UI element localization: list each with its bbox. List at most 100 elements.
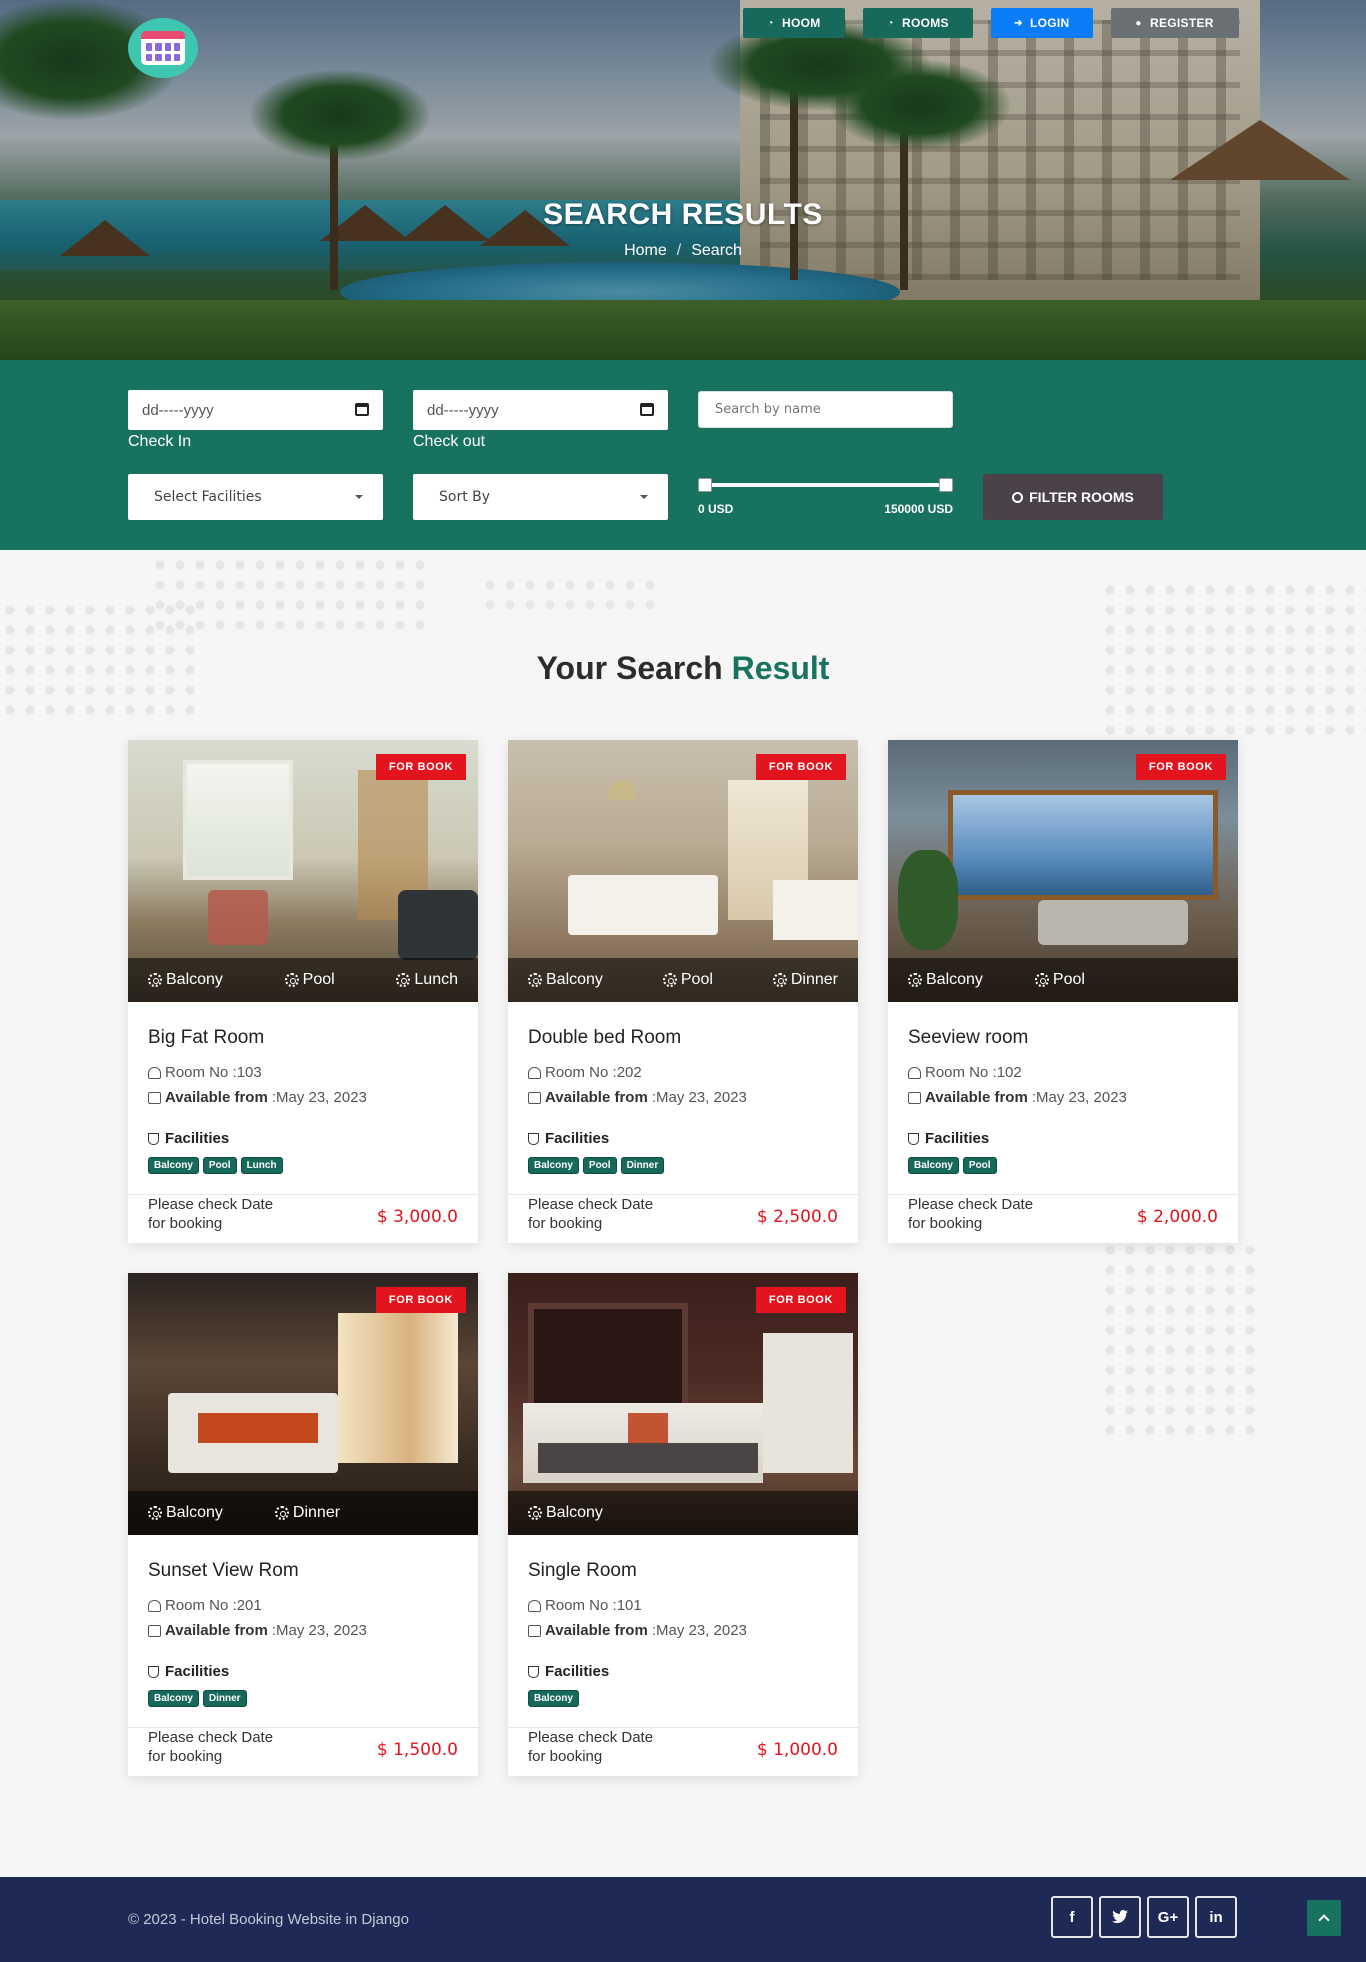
available-from: Available from:May 23, 2023: [528, 1622, 747, 1639]
trophy-icon: [528, 1132, 539, 1145]
facility-tag: Balcony: [148, 1157, 199, 1174]
slider-min-handle[interactable]: [698, 478, 712, 492]
nav-login-button[interactable]: ➜ LOGIN: [991, 8, 1093, 38]
calendar-icon[interactable]: [355, 403, 369, 416]
room-card[interactable]: FOR BOOK Balcony Pool Lunch Big Fat Room…: [128, 740, 478, 1243]
facility-item: Balcony: [148, 971, 223, 989]
room-number: Room No :201: [148, 1597, 262, 1614]
window-shape: [338, 1313, 458, 1463]
facilities-heading-label: Facilities: [925, 1130, 990, 1147]
nav-rooms-label: ROOMS: [902, 16, 949, 30]
facility-label: Dinner: [292, 1504, 341, 1521]
trophy-icon: [148, 1665, 159, 1678]
calendar-icon: [908, 1091, 921, 1104]
room-card[interactable]: FOR BOOK Balcony Pool Dinner Double bed …: [508, 740, 858, 1243]
room-name[interactable]: Big Fat Room: [148, 1027, 264, 1049]
available-date: :May 23, 2023: [271, 1622, 367, 1639]
room-number-text: Room No :103: [165, 1064, 262, 1081]
for-book-badge: FOR BOOK: [1135, 754, 1226, 780]
facilities-heading: Facilities: [908, 1130, 989, 1147]
facility-tags: Balcony Pool Dinner: [528, 1157, 665, 1174]
bed-runner-shape: [538, 1443, 758, 1473]
nav-home-label: HOOM: [782, 16, 821, 30]
facility-tag: Dinner: [620, 1157, 665, 1174]
calendar-icon: [148, 1091, 161, 1104]
price-range-slider[interactable]: 0 USD 150000 USD: [698, 478, 953, 518]
facility-tag: Pool: [202, 1157, 237, 1174]
nav-home-button[interactable]: ◔ HOOM: [743, 8, 845, 38]
for-book-badge: FOR BOOK: [375, 754, 466, 780]
booking-note: Please check Date for booking: [528, 1196, 654, 1232]
page-title: SEARCH RESULTS: [543, 198, 823, 231]
booking-note: Please check Date for booking: [528, 1729, 654, 1765]
facility-tags: Balcony Pool: [908, 1157, 997, 1174]
facility-strip: Balcony Pool Dinner: [508, 958, 858, 1002]
world-map-dots: [1100, 1240, 1260, 1440]
room-price: $ 1,000.0: [756, 1740, 838, 1760]
gear-icon: [148, 973, 162, 987]
room-name[interactable]: Sunset View Rom: [148, 1560, 299, 1582]
social-links: f G+ in: [1051, 1896, 1237, 1938]
site-logo[interactable]: [128, 18, 198, 78]
facility-tag: Balcony: [148, 1690, 199, 1707]
room-name[interactable]: Seeview room: [908, 1027, 1028, 1049]
breadcrumb-home-link[interactable]: Home: [624, 242, 667, 259]
sign-in-icon: ➜: [1014, 17, 1023, 29]
room-card[interactable]: FOR BOOK Balcony Single Room Room No :10…: [508, 1273, 858, 1776]
room-card-footer: Please check Date for booking $ 2,500.0: [508, 1194, 858, 1243]
linkedin-icon[interactable]: in: [1195, 1896, 1237, 1938]
room-number-text: Room No :202: [545, 1064, 642, 1081]
filter-rooms-button[interactable]: FILTER ROOMS: [983, 474, 1163, 520]
lamp-shape: [608, 780, 636, 800]
facilities-select[interactable]: Select Facilities: [128, 474, 383, 520]
facility-tag: Pool: [962, 1157, 997, 1174]
room-image[interactable]: FOR BOOK Balcony Pool Lunch: [128, 740, 478, 1002]
room-card[interactable]: FOR BOOK Balcony Pool Seeview room Room …: [888, 740, 1238, 1243]
filter-rooms-label: FILTER ROOMS: [1029, 489, 1134, 505]
slider-max-handle[interactable]: [939, 478, 953, 492]
room-card[interactable]: FOR BOOK Balcony Dinner Sunset View Rom …: [128, 1273, 478, 1776]
bed-icon: [148, 1066, 161, 1079]
trophy-icon: [528, 1665, 539, 1678]
checkout-date-input[interactable]: dd-----yyyy: [413, 390, 668, 430]
room-image[interactable]: FOR BOOK Balcony Pool: [888, 740, 1238, 1002]
slider-track[interactable]: [702, 483, 949, 487]
facility-item: Lunch: [396, 971, 458, 989]
world-map-dots: [480, 575, 660, 615]
available-label: Available from: [925, 1089, 1028, 1106]
nav-rooms-button[interactable]: ◔ ROOMS: [863, 8, 973, 38]
calendar-icon[interactable]: [640, 403, 654, 416]
twitter-icon[interactable]: [1099, 1896, 1141, 1938]
nav-register-button[interactable]: ● REGISTER: [1111, 8, 1239, 38]
room-image[interactable]: FOR BOOK Balcony: [508, 1273, 858, 1535]
sort-by-select[interactable]: Sort By: [413, 474, 668, 520]
room-number-text: Room No :201: [165, 1597, 262, 1614]
checkin-date-input[interactable]: dd-----yyyy: [128, 390, 383, 430]
window-shape: [948, 790, 1218, 900]
facility-label: Pool: [680, 971, 713, 988]
room-name[interactable]: Double bed Room: [528, 1027, 681, 1049]
room-image[interactable]: FOR BOOK Balcony Dinner: [128, 1273, 478, 1535]
nav-register-label: REGISTER: [1150, 16, 1214, 30]
room-name[interactable]: Single Room: [528, 1560, 637, 1582]
for-book-badge: FOR BOOK: [375, 1287, 466, 1313]
back-to-top-button[interactable]: [1307, 1900, 1341, 1936]
room-image[interactable]: FOR BOOK Balcony Pool Dinner: [508, 740, 858, 1002]
room-number: Room No :103: [148, 1064, 262, 1081]
google-plus-icon[interactable]: G+: [1147, 1896, 1189, 1938]
gear-icon: [662, 973, 677, 987]
room-price: $ 1,500.0: [376, 1740, 458, 1760]
facilities-heading-label: Facilities: [165, 1130, 230, 1147]
facility-tag: Dinner: [202, 1690, 247, 1707]
facility-tag: Balcony: [528, 1690, 579, 1707]
site-footer: © 2023 - Hotel Booking Website in Django…: [0, 1877, 1366, 1962]
price-min-label: 0 USD: [698, 502, 734, 516]
facility-label: Pool: [1052, 971, 1085, 988]
facebook-icon[interactable]: f: [1051, 1896, 1093, 1938]
facility-item: Balcony: [148, 1504, 223, 1522]
facility-label: Lunch: [414, 971, 458, 988]
search-by-name-input[interactable]: [698, 391, 953, 428]
facilities-heading-label: Facilities: [545, 1130, 610, 1147]
gear-icon: [528, 973, 542, 987]
facility-tags: Balcony: [528, 1690, 579, 1707]
